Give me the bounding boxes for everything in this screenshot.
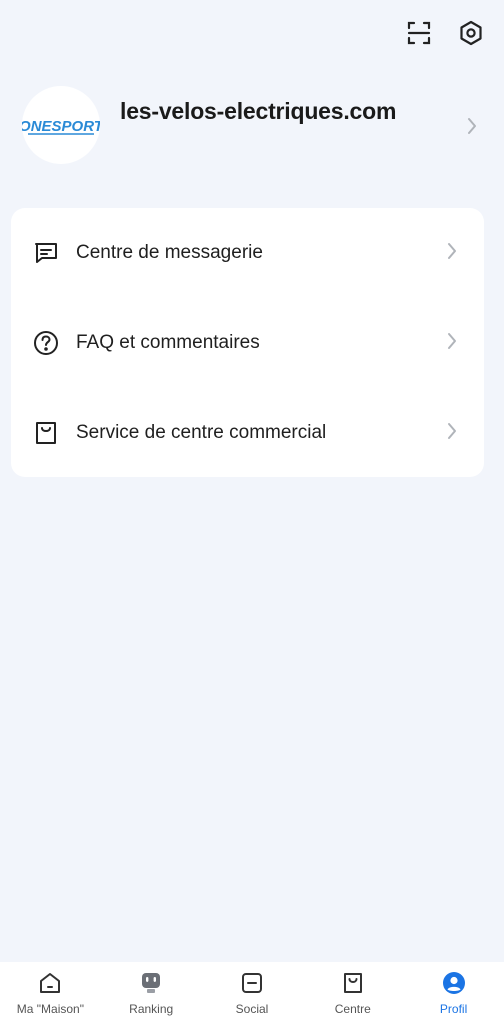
chevron-right-icon <box>446 241 458 266</box>
nav-item-profile[interactable]: Profil <box>403 962 504 1024</box>
bag-icon <box>340 970 366 996</box>
avatar[interactable]: ONESPORT <box>22 86 100 164</box>
top-toolbar <box>404 18 486 48</box>
menu-item-label: Service de centre commercial <box>76 422 327 443</box>
menu-item-label: Centre de messagerie <box>76 242 263 263</box>
profile-header[interactable]: ONESPORT les-velos-electriques.com <box>22 86 478 166</box>
social-icon <box>239 970 265 996</box>
svg-text:ONESPORT: ONESPORT <box>22 118 100 135</box>
help-icon <box>31 328 61 358</box>
bottom-nav: Ma "Maison" Ranking Social Centre Profil <box>0 962 504 1024</box>
menu-item-faq[interactable]: FAQ et commentaires <box>11 298 484 388</box>
nav-label: Centre <box>334 1002 371 1016</box>
nav-label: Ranking <box>129 1002 174 1016</box>
menu-item-mall-service[interactable]: Service de centre commercial <box>11 388 484 478</box>
settings-icon[interactable] <box>456 18 486 48</box>
menu-item-label: FAQ et commentaires <box>76 332 260 353</box>
nav-item-home[interactable]: Ma "Maison" <box>0 962 101 1024</box>
menu-card: Centre de messagerie FAQ et commentaires… <box>11 208 484 477</box>
profile-icon <box>441 970 467 996</box>
home-icon <box>37 970 63 996</box>
nav-item-ranking[interactable]: Ranking <box>101 962 202 1024</box>
nav-label: Profil <box>439 1002 468 1016</box>
chevron-right-icon <box>446 421 458 446</box>
shopping-bag-icon <box>31 418 61 448</box>
onesport-logo: ONESPORT <box>22 118 100 135</box>
nav-label: Social <box>235 1002 269 1016</box>
chevron-right-icon <box>466 116 478 141</box>
robot-icon <box>138 970 164 996</box>
chevron-right-icon <box>446 331 458 356</box>
scan-icon[interactable] <box>404 18 434 48</box>
menu-item-message-center[interactable]: Centre de messagerie <box>11 208 484 298</box>
message-icon <box>31 238 61 268</box>
nav-item-social[interactable]: Social <box>202 962 303 1024</box>
nav-label: Ma "Maison" <box>16 1002 84 1016</box>
profile-name: les-velos-electriques.com <box>120 98 397 124</box>
nav-item-centre[interactable]: Centre <box>302 962 403 1024</box>
